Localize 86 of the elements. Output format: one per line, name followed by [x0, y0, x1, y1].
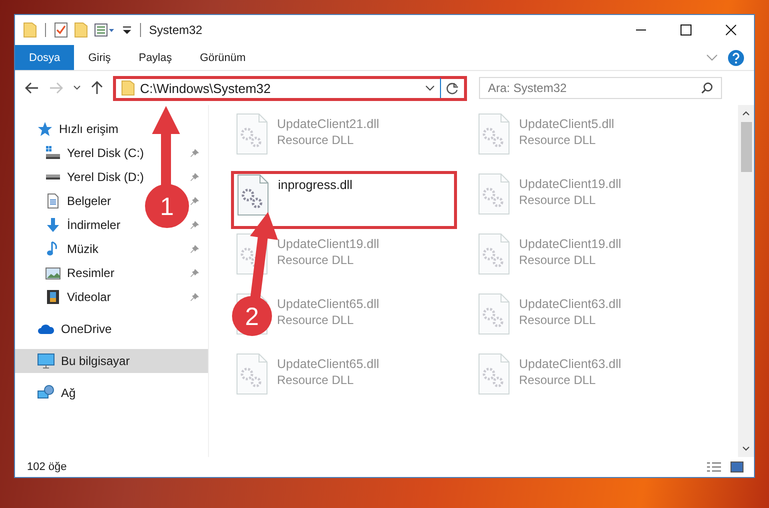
- file-name: UpdateClient63.dll: [519, 297, 622, 311]
- chevron-down-icon[interactable]: [73, 85, 81, 91]
- film-icon: [45, 289, 61, 305]
- ribbon-tab[interactable]: Dosya: [15, 45, 74, 70]
- file-name: UpdateClient65.dll: [277, 297, 380, 311]
- dll-gear-file-icon: [477, 233, 511, 275]
- step-number-badge: 2: [232, 296, 272, 336]
- scrollbar-thumb[interactable]: [740, 122, 752, 172]
- nav-item[interactable]: OneDrive: [15, 317, 208, 341]
- file-type: Resource DLL: [277, 133, 355, 147]
- dll-gear-file-icon: [477, 173, 511, 215]
- file-type: Resource DLL: [519, 313, 597, 327]
- file-type: Resource DLL: [277, 373, 355, 387]
- picture-icon: [45, 265, 61, 281]
- file-type: Resource DLL: [519, 133, 597, 147]
- nav-item[interactable]: Belgeler: [67, 194, 112, 208]
- file-name: UpdateClient19.dll: [519, 177, 622, 191]
- item-count: 102 öğe: [27, 461, 67, 473]
- nav-item[interactable]: Yerel Disk (D:): [67, 170, 144, 184]
- dll-gear-file-icon: [235, 233, 269, 275]
- nav-item[interactable]: Müzik: [67, 242, 98, 256]
- file-name: inprogress.dll: [278, 178, 352, 192]
- window-title: System32: [149, 23, 202, 37]
- nav-item[interactable]: İndirmeler: [67, 218, 120, 232]
- computer-monitor-icon: [37, 353, 55, 369]
- help-icon[interactable]: [728, 50, 744, 66]
- file-name: UpdateClient5.dll: [519, 117, 614, 131]
- search-field[interactable]: Ara: System32: [479, 77, 722, 99]
- ribbon-tab[interactable]: Görünüm: [186, 45, 260, 70]
- cloud-icon: [37, 322, 55, 336]
- scrollbar[interactable]: [738, 105, 754, 457]
- pin-icon[interactable]: [190, 268, 200, 278]
- file-name: UpdateClient21.dll: [277, 117, 380, 131]
- star-icon: [37, 121, 53, 137]
- dll-gear-file-icon: [477, 113, 511, 155]
- pin-icon[interactable]: [190, 196, 200, 206]
- download-arrow-icon: [45, 217, 61, 233]
- nav-item[interactable]: Videolar: [67, 290, 111, 304]
- view-icon[interactable]: [94, 23, 116, 37]
- pin-icon[interactable]: [190, 148, 200, 158]
- folder-icon: [121, 80, 135, 96]
- pin-icon[interactable]: [190, 220, 200, 230]
- file-type: Resource DLL: [519, 193, 597, 207]
- dll-gear-file-icon: [477, 293, 511, 335]
- dll-gear-file-icon: [235, 113, 269, 155]
- nav-item[interactable]: Ağ: [15, 381, 208, 405]
- file-type: Resource DLL: [519, 253, 597, 267]
- file-type: Resource DLL: [277, 253, 355, 267]
- ribbon-tab[interactable]: Giriş: [74, 45, 125, 70]
- maximize-icon[interactable]: [680, 24, 692, 36]
- nav-item[interactable]: Yerel Disk (C:): [67, 146, 144, 160]
- file-type: Resource DLL: [519, 373, 597, 387]
- address-bar[interactable]: C:\Windows\System32: [113, 76, 467, 100]
- document-icon: [45, 193, 61, 209]
- chevron-down-icon[interactable]: [425, 84, 435, 92]
- dll-gear-file-icon: [236, 174, 270, 216]
- network-icon: [37, 385, 55, 401]
- file-name: UpdateClient63.dll: [519, 357, 622, 371]
- search-icon: [701, 82, 713, 94]
- back-arrow-icon[interactable]: [25, 82, 39, 94]
- nav-item[interactable]: Hızlı erişim: [15, 117, 208, 141]
- pin-icon[interactable]: [190, 292, 200, 302]
- drive-icon: [45, 174, 61, 180]
- file-name: UpdateClient65.dll: [277, 357, 380, 371]
- dll-gear-file-icon: [235, 353, 269, 395]
- details-view-icon[interactable]: [706, 461, 722, 473]
- ribbon-tab[interactable]: Paylaş: [124, 45, 186, 70]
- refresh-icon[interactable]: [446, 82, 459, 94]
- file-name: UpdateClient19.dll: [277, 237, 380, 251]
- pin-icon[interactable]: [190, 172, 200, 182]
- dropdown-arrow-icon[interactable]: [122, 24, 132, 36]
- drive-icon: [45, 145, 61, 161]
- dll-gear-file-icon: [477, 353, 511, 395]
- large-icons-view-icon[interactable]: [730, 461, 744, 473]
- pin-icon[interactable]: [190, 244, 200, 254]
- up-arrow-icon[interactable]: [91, 81, 103, 95]
- file-item[interactable]: inprogress.dll: [231, 171, 457, 229]
- step-number-badge: 1: [145, 184, 189, 228]
- chevron-down-icon[interactable]: [742, 446, 750, 452]
- close-icon[interactable]: [725, 24, 737, 36]
- nav-item[interactable]: Bu bilgisayar: [15, 349, 208, 373]
- chevron-up-icon[interactable]: [742, 110, 750, 116]
- nav-item[interactable]: Resimler: [67, 266, 114, 280]
- file-type: Resource DLL: [277, 313, 355, 327]
- file-name: UpdateClient19.dll: [519, 237, 622, 251]
- properties-icon[interactable]: [54, 22, 68, 38]
